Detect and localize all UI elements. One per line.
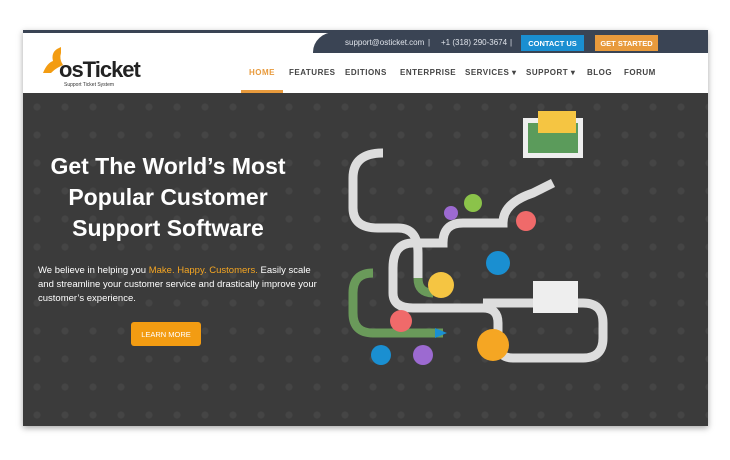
- nav-services[interactable]: SERVICES ▾: [465, 68, 517, 77]
- top-bar: support@osticket.com | +1 (318) 290-3674…: [313, 32, 708, 53]
- user-avatar-icon: [413, 345, 433, 365]
- separator: |: [428, 38, 431, 47]
- user-avatar-icon: [390, 310, 412, 332]
- get-started-button[interactable]: GET STARTED: [595, 35, 658, 51]
- hero-description: We believe in helping you Make. Happy. C…: [38, 264, 328, 306]
- nav-home[interactable]: HOME: [249, 68, 275, 77]
- gear-icon: [444, 206, 458, 220]
- separator: |: [510, 38, 513, 47]
- learn-more-button[interactable]: LEARN MORE: [131, 322, 201, 346]
- para-text: We believe in helping you: [38, 265, 149, 276]
- gear-icon: [464, 194, 482, 212]
- nav-editions[interactable]: EDITIONS: [345, 68, 387, 77]
- title-line: Get The World’s Most: [50, 153, 286, 179]
- logo-tagline: Support Ticket System: [64, 82, 115, 88]
- user-avatar-icon: [371, 345, 391, 365]
- nav-forum[interactable]: FORUM: [624, 68, 656, 77]
- logo[interactable]: osTicket Support Ticket System: [39, 45, 141, 88]
- phone-number[interactable]: +1 (318) 290-3674: [441, 38, 507, 47]
- hero-section: Get The World’s Most Popular Customer Su…: [23, 93, 708, 426]
- like-icon: [516, 211, 536, 231]
- smiley-icon: [428, 272, 454, 298]
- title-line: Popular Customer: [68, 184, 268, 210]
- para-highlight: Make. Happy. Customers.: [148, 265, 258, 276]
- mail-icon: [486, 251, 510, 275]
- hero-title: Get The World’s Most Popular Customer Su…: [23, 151, 313, 244]
- road-illustration: [348, 111, 608, 365]
- contact-us-button[interactable]: CONTACT US: [521, 35, 584, 51]
- browser-page: support@osticket.com | +1 (318) 290-3674…: [23, 30, 708, 426]
- logo-name: osTicket: [59, 57, 141, 82]
- chat-icon: [538, 111, 576, 133]
- nav-blog[interactable]: BLOG: [587, 68, 612, 77]
- nav-enterprise[interactable]: ENTERPRISE: [400, 68, 456, 77]
- speech-bubble-icon: [477, 329, 509, 361]
- nav-support[interactable]: SUPPORT ▾: [526, 68, 575, 77]
- title-line: Support Software: [72, 215, 264, 241]
- support-email[interactable]: support@osticket.com: [345, 38, 424, 47]
- list-card-icon: [533, 281, 578, 313]
- nav-features[interactable]: FEATURES: [289, 68, 336, 77]
